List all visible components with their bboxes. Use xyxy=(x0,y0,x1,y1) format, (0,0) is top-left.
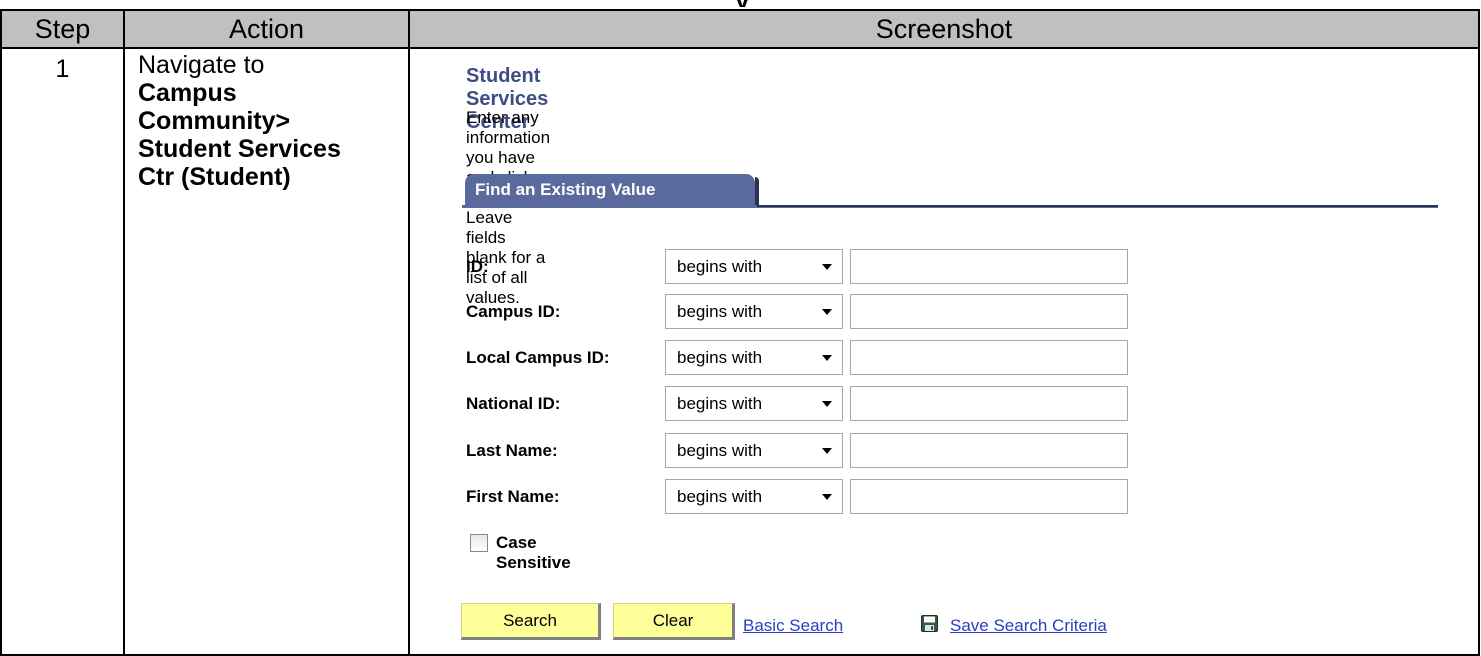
operator-value: begins with xyxy=(677,441,763,460)
header-step: Step xyxy=(34,14,91,44)
field-label: ID: xyxy=(466,257,489,276)
field-label: Local Campus ID: xyxy=(466,348,610,367)
chevron-down-icon xyxy=(822,355,832,361)
chevron-down-icon xyxy=(822,494,832,500)
navigation-path-line: Ctr (Student) xyxy=(138,163,291,191)
chevron-down-icon xyxy=(822,309,832,315)
floppy-disk-icon[interactable] xyxy=(921,615,938,632)
operator-value: begins with xyxy=(677,487,763,506)
case-sensitive-checkbox[interactable] xyxy=(470,534,488,552)
field-label: First Name: xyxy=(466,487,560,506)
field-label: National ID: xyxy=(466,394,561,413)
header-screenshot: Screenshot xyxy=(875,14,1013,44)
chevron-down-icon xyxy=(822,264,832,270)
chevron-down-icon xyxy=(822,448,832,454)
search-value-input[interactable] xyxy=(850,340,1128,375)
operator-select[interactable]: begins with xyxy=(665,479,843,514)
case-sensitive-label: Case Sensitive xyxy=(496,533,571,572)
search-value-input[interactable] xyxy=(850,294,1128,329)
operator-select[interactable]: begins with xyxy=(665,433,843,468)
operator-select[interactable]: begins with xyxy=(665,386,843,421)
operator-select[interactable]: begins with xyxy=(665,249,843,284)
search-value-input[interactable] xyxy=(850,249,1128,284)
operator-value: begins with xyxy=(677,394,763,413)
search-value-input[interactable] xyxy=(850,433,1128,468)
search-button[interactable]: Search xyxy=(461,603,601,640)
procedure-table: Step Action Screenshot 1 Navigate to Cam… xyxy=(0,9,1480,656)
action-intro: Navigate to xyxy=(138,51,265,79)
save-search-criteria-link[interactable]: Save Search Criteria xyxy=(950,616,1107,636)
search-value-input[interactable] xyxy=(850,386,1128,421)
tab-find-existing-value[interactable]: Find an Existing Value xyxy=(465,174,759,206)
cut-off-page-title: y xyxy=(735,0,865,7)
basic-search-link[interactable]: Basic Search xyxy=(743,616,843,636)
navigation-path: Campus Community> Student Services Ctr (Stu… xyxy=(138,79,408,191)
operator-select[interactable]: begins with xyxy=(665,340,843,375)
instructions-text: Enter any information you have and click… xyxy=(466,108,551,307)
column-divider xyxy=(408,11,410,654)
navigation-path-line: Community> xyxy=(138,107,291,135)
step-number: 1 xyxy=(55,55,70,83)
operator-value: begins with xyxy=(677,302,763,321)
header-action: Action xyxy=(228,14,305,44)
field-label: Campus ID: xyxy=(466,302,561,321)
tab-underline-shadow xyxy=(757,205,1438,207)
operator-value: begins with xyxy=(677,348,763,367)
chevron-down-icon xyxy=(822,401,832,407)
action-text: Navigate to Campus Community> Student Serv… xyxy=(138,51,408,191)
operator-select[interactable]: begins with xyxy=(665,294,843,329)
clear-button[interactable]: Clear xyxy=(613,603,735,640)
navigation-path-line: Campus xyxy=(138,79,237,107)
search-value-input[interactable] xyxy=(850,479,1128,514)
field-label: Last Name: xyxy=(466,441,558,460)
table-header-row: Step Action Screenshot xyxy=(2,11,1478,49)
navigation-path-line: Student Services xyxy=(138,135,341,163)
column-divider xyxy=(123,11,125,654)
operator-value: begins with xyxy=(677,257,763,276)
